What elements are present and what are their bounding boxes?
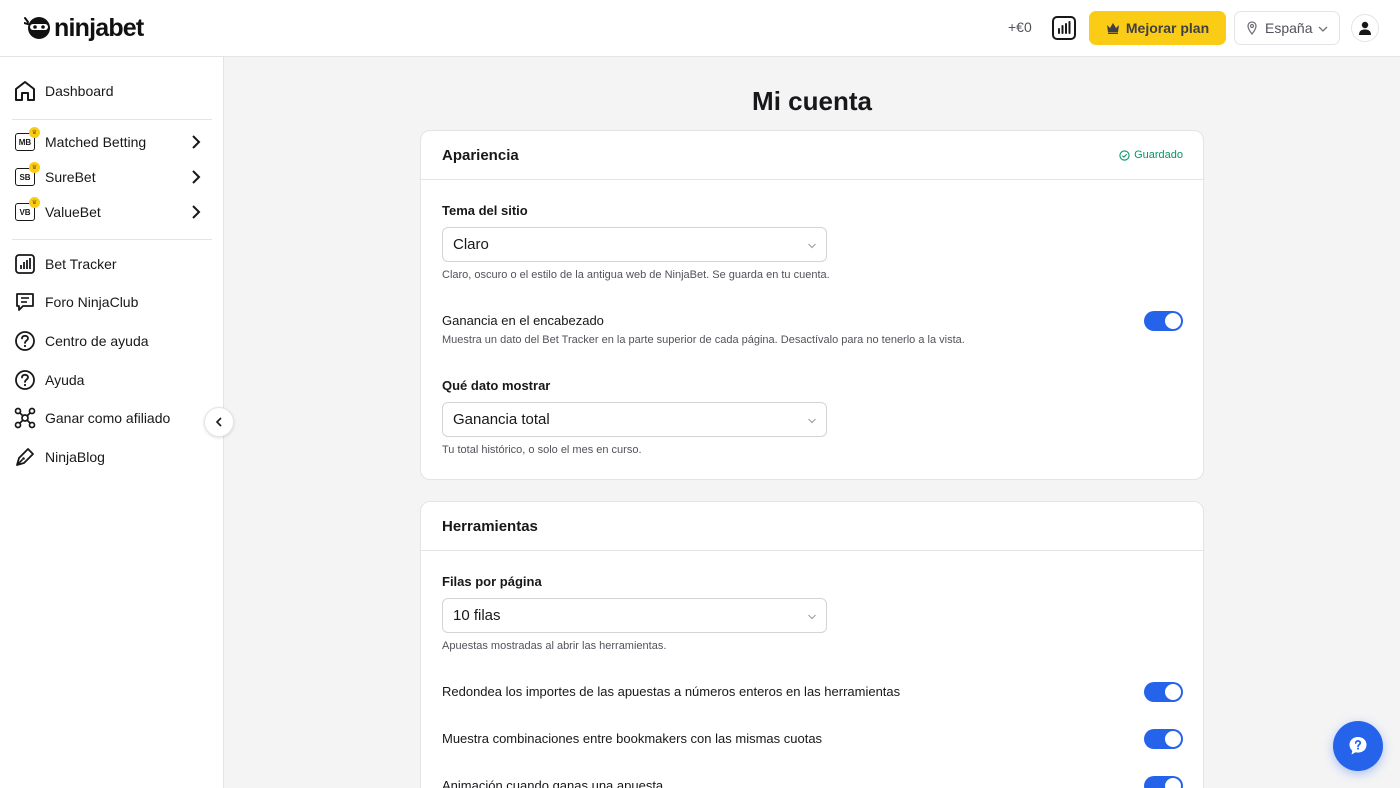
question-circle-icon (12, 367, 38, 393)
premium-crown-icon: ♛ (29, 197, 40, 208)
tools-card-header: Herramientas (421, 502, 1203, 551)
logo-text: ninjabet (54, 13, 144, 42)
sidebar-item-label: Matched Betting (45, 134, 147, 150)
country-value: España (1265, 20, 1313, 36)
premium-crown-icon: ♛ (29, 162, 40, 173)
appearance-card: Apariencia Guardado Tema del sitio Claro… (420, 130, 1204, 480)
chevron-left-icon (215, 417, 222, 427)
crown-icon (1106, 23, 1119, 34)
sidebar-item-label: Ayuda (45, 372, 85, 388)
rows-per-page-value: 10 filas (453, 607, 501, 624)
sidebar-item-label: Ganar como afiliado (45, 410, 171, 426)
sidebar-item-label: SureBet (45, 169, 96, 185)
header-profit-label: Ganancia en el encabezado (442, 313, 604, 328)
chevron-down-icon (808, 243, 816, 249)
same-odds-combinations-label: Muestra combinaciones entre bookmakers c… (442, 731, 823, 746)
sidebar-item-surebet[interactable]: SB ♛ SureBet (12, 161, 212, 193)
chevron-down-icon (808, 418, 816, 424)
tools-card: Herramientas Filas por página 10 filas A… (420, 501, 1204, 788)
user-menu-button[interactable] (1351, 14, 1379, 42)
top-header: ninjabet +€0 Mejorar plan España (0, 0, 1400, 57)
help-chat-icon (1349, 737, 1367, 755)
sidebar-item-label: ValueBet (45, 204, 101, 220)
sidebar-divider (12, 119, 212, 120)
affiliate-network-icon (12, 405, 38, 431)
sidebar: Dashboard MB ♛ Matched Betting SB ♛ Sure… (0, 57, 224, 788)
theme-value: Claro (453, 236, 489, 253)
chevron-right-icon (192, 205, 201, 219)
page-title: Mi cuenta (752, 86, 872, 116)
round-amounts-label: Redondea los importes de las apuestas a … (442, 684, 901, 699)
sidebar-item-ganar-como-afiliado[interactable]: Ganar como afiliado (12, 402, 212, 434)
bet-tracker-button[interactable] (1051, 15, 1077, 41)
sidebar-item-label: NinjaBlog (45, 449, 105, 465)
surebet-icon: SB ♛ (12, 162, 40, 190)
ninjabet-logo[interactable]: ninjabet (24, 13, 144, 43)
header-profit-help-text: Muestra un dato del Bet Tracker en la pa… (442, 334, 965, 346)
sidebar-item-label: Dashboard (45, 83, 114, 99)
sidebar-item-valuebet[interactable]: VB ♛ ValueBet (12, 196, 212, 228)
user-icon (1359, 21, 1371, 35)
data-to-show-value: Ganancia total (453, 411, 550, 428)
sidebar-item-label: Foro NinjaClub (45, 294, 139, 310)
theme-help-text: Claro, oscuro o el estilo de la antigua … (442, 269, 830, 281)
sidebar-item-ninjablog[interactable]: NinjaBlog (12, 441, 212, 473)
header-profit-toggle[interactable] (1144, 311, 1183, 331)
chevron-down-icon (1318, 26, 1328, 32)
valuebet-icon: VB ♛ (12, 197, 40, 225)
sidebar-item-matched-betting[interactable]: MB ♛ Matched Betting (12, 126, 212, 158)
bar-chart-icon (12, 251, 38, 277)
theme-select[interactable]: Claro (442, 227, 827, 262)
card-title: Herramientas (442, 517, 538, 535)
chevron-down-icon (808, 614, 816, 620)
chat-bubble-icon (12, 289, 38, 315)
data-to-show-label: Qué dato mostrar (442, 378, 551, 393)
home-icon (12, 78, 38, 104)
matched-betting-icon: MB ♛ (12, 127, 40, 155)
saved-status: Guardado (1119, 149, 1183, 161)
round-amounts-toggle[interactable] (1144, 682, 1183, 702)
sidebar-item-dashboard[interactable]: Dashboard (12, 75, 212, 107)
header-profit[interactable]: +€0 (1008, 19, 1032, 35)
pen-nib-icon (12, 444, 38, 470)
data-to-show-select[interactable]: Ganancia total (442, 402, 827, 437)
win-animation-toggle[interactable] (1144, 776, 1183, 788)
sidebar-item-label: Bet Tracker (45, 256, 117, 272)
same-odds-combinations-toggle[interactable] (1144, 729, 1183, 749)
sidebar-collapse-button[interactable] (204, 407, 234, 437)
card-title: Apariencia (442, 146, 519, 164)
rows-per-page-select[interactable]: 10 filas (442, 598, 827, 633)
sidebar-item-label: Centro de ayuda (45, 333, 149, 349)
bar-chart-icon (1052, 16, 1076, 40)
data-to-show-help-text: Tu total histórico, o solo el mes en cur… (442, 444, 642, 456)
sidebar-item-foro-ninjaclub[interactable]: Foro NinjaClub (12, 286, 212, 318)
sidebar-divider (12, 239, 212, 240)
appearance-card-header: Apariencia Guardado (421, 131, 1203, 180)
chevron-right-icon (192, 135, 201, 149)
location-pin-icon (1247, 21, 1257, 35)
upgrade-plan-button[interactable]: Mejorar plan (1089, 11, 1226, 45)
rows-per-page-help-text: Apuestas mostradas al abrir las herramie… (442, 640, 667, 652)
sidebar-item-bet-tracker[interactable]: Bet Tracker (12, 248, 212, 280)
chevron-right-icon (192, 170, 201, 184)
upgrade-plan-label: Mejorar plan (1125, 20, 1210, 36)
sidebar-item-centro-de-ayuda[interactable]: Centro de ayuda (12, 325, 212, 357)
question-circle-icon (12, 328, 38, 354)
ninja-head-icon (24, 17, 50, 39)
support-chat-button[interactable] (1333, 721, 1383, 771)
theme-label: Tema del sitio (442, 203, 528, 218)
check-circle-icon (1119, 149, 1130, 161)
saved-label: Guardado (1134, 149, 1183, 161)
premium-crown-icon: ♛ (29, 127, 40, 138)
sidebar-item-ayuda[interactable]: Ayuda (12, 364, 212, 396)
win-animation-label: Animación cuando ganas una apuesta (442, 778, 664, 788)
rows-per-page-label: Filas por página (442, 574, 542, 589)
country-select[interactable]: España (1234, 11, 1340, 45)
